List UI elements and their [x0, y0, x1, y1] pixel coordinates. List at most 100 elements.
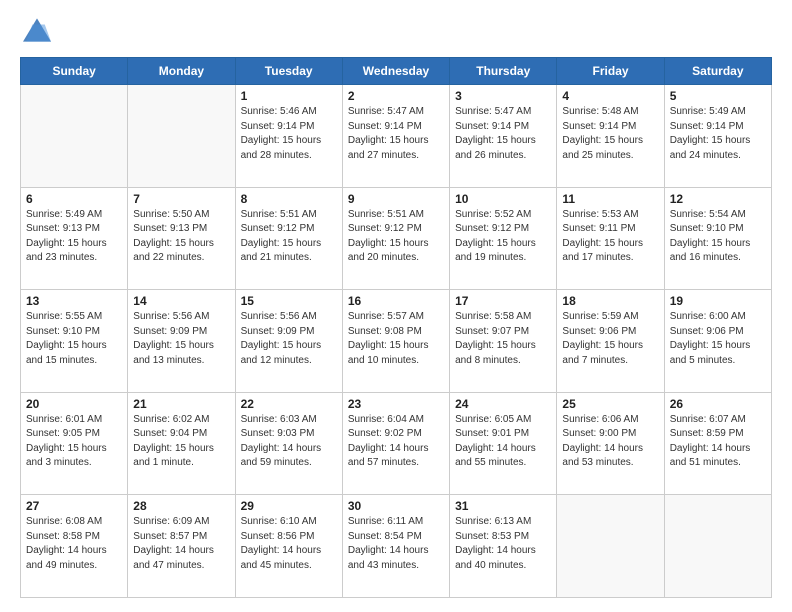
- day-number: 14: [133, 294, 229, 308]
- calendar-cell: 19 Sunrise: 6:00 AM Sunset: 9:06 PM Dayli…: [664, 290, 771, 393]
- day-number: 12: [670, 192, 766, 206]
- day-info: Sunrise: 6:06 AM Sunset: 9:00 PM Dayligh…: [562, 413, 658, 471]
- calendar-cell: 5 Sunrise: 5:49 AM Sunset: 9:14 PM Daylig…: [664, 85, 771, 188]
- day-info: Sunrise: 5:48 AM Sunset: 9:14 PM Dayligh…: [562, 105, 658, 163]
- day-info: Sunrise: 5:54 AM Sunset: 9:10 PM Dayligh…: [670, 208, 766, 266]
- day-number: 21: [133, 397, 229, 411]
- day-number: 29: [241, 499, 337, 513]
- weekday-header: Friday: [557, 58, 664, 85]
- day-info: Sunrise: 6:03 AM Sunset: 9:03 PM Dayligh…: [241, 413, 337, 471]
- day-info: Sunrise: 5:57 AM Sunset: 9:08 PM Dayligh…: [348, 310, 444, 368]
- day-info: Sunrise: 6:09 AM Sunset: 8:57 PM Dayligh…: [133, 515, 229, 573]
- calendar-cell: 26 Sunrise: 6:07 AM Sunset: 8:59 PM Dayli…: [664, 392, 771, 495]
- day-info: Sunrise: 5:47 AM Sunset: 9:14 PM Dayligh…: [348, 105, 444, 163]
- calendar-cell: 16 Sunrise: 5:57 AM Sunset: 9:08 PM Dayli…: [342, 290, 449, 393]
- calendar-table: SundayMondayTuesdayWednesdayThursdayFrid…: [20, 57, 772, 598]
- day-info: Sunrise: 5:56 AM Sunset: 9:09 PM Dayligh…: [133, 310, 229, 368]
- day-number: 24: [455, 397, 551, 411]
- day-info: Sunrise: 5:50 AM Sunset: 9:13 PM Dayligh…: [133, 208, 229, 266]
- day-info: Sunrise: 5:51 AM Sunset: 9:12 PM Dayligh…: [241, 208, 337, 266]
- day-info: Sunrise: 5:58 AM Sunset: 9:07 PM Dayligh…: [455, 310, 551, 368]
- day-info: Sunrise: 5:51 AM Sunset: 9:12 PM Dayligh…: [348, 208, 444, 266]
- day-info: Sunrise: 6:01 AM Sunset: 9:05 PM Dayligh…: [26, 413, 122, 471]
- day-info: Sunrise: 5:49 AM Sunset: 9:13 PM Dayligh…: [26, 208, 122, 266]
- page: SundayMondayTuesdayWednesdayThursdayFrid…: [0, 0, 792, 612]
- calendar-cell: 21 Sunrise: 6:02 AM Sunset: 9:04 PM Dayli…: [128, 392, 235, 495]
- weekday-header: Monday: [128, 58, 235, 85]
- day-number: 5: [670, 89, 766, 103]
- weekday-header: Thursday: [450, 58, 557, 85]
- day-info: Sunrise: 5:59 AM Sunset: 9:06 PM Dayligh…: [562, 310, 658, 368]
- calendar-cell: 24 Sunrise: 6:05 AM Sunset: 9:01 PM Dayli…: [450, 392, 557, 495]
- day-number: 26: [670, 397, 766, 411]
- day-info: Sunrise: 6:05 AM Sunset: 9:01 PM Dayligh…: [455, 413, 551, 471]
- day-info: Sunrise: 5:56 AM Sunset: 9:09 PM Dayligh…: [241, 310, 337, 368]
- calendar-cell: 7 Sunrise: 5:50 AM Sunset: 9:13 PM Daylig…: [128, 187, 235, 290]
- weekday-header: Sunday: [21, 58, 128, 85]
- day-number: 18: [562, 294, 658, 308]
- day-number: 31: [455, 499, 551, 513]
- weekday-header: Wednesday: [342, 58, 449, 85]
- calendar-cell: 13 Sunrise: 5:55 AM Sunset: 9:10 PM Dayli…: [21, 290, 128, 393]
- day-number: 22: [241, 397, 337, 411]
- day-number: 15: [241, 294, 337, 308]
- day-number: 9: [348, 192, 444, 206]
- calendar-cell: 14 Sunrise: 5:56 AM Sunset: 9:09 PM Dayli…: [128, 290, 235, 393]
- day-number: 10: [455, 192, 551, 206]
- day-number: 23: [348, 397, 444, 411]
- day-number: 16: [348, 294, 444, 308]
- calendar-cell: [557, 495, 664, 598]
- day-info: Sunrise: 6:07 AM Sunset: 8:59 PM Dayligh…: [670, 413, 766, 471]
- calendar-cell: 27Sunrise: 6:08 AM Sunset: 8:58 PM Dayli…: [21, 495, 128, 598]
- day-number: 25: [562, 397, 658, 411]
- day-number: 13: [26, 294, 122, 308]
- day-info: Sunrise: 5:47 AM Sunset: 9:14 PM Dayligh…: [455, 105, 551, 163]
- day-info: Sunrise: 6:02 AM Sunset: 9:04 PM Dayligh…: [133, 413, 229, 471]
- calendar-cell: 8 Sunrise: 5:51 AM Sunset: 9:12 PM Daylig…: [235, 187, 342, 290]
- calendar-cell: 18 Sunrise: 5:59 AM Sunset: 9:06 PM Dayli…: [557, 290, 664, 393]
- calendar-cell: 1 Sunrise: 5:46 AM Sunset: 9:14 PM Daylig…: [235, 85, 342, 188]
- calendar-cell: 4Sunrise: 5:48 AM Sunset: 9:14 PM Daylig…: [557, 85, 664, 188]
- day-info: Sunrise: 5:53 AM Sunset: 9:11 PM Dayligh…: [562, 208, 658, 266]
- calendar-cell: 6 Sunrise: 5:49 AM Sunset: 9:13 PM Daylig…: [21, 187, 128, 290]
- day-info: Sunrise: 6:00 AM Sunset: 9:06 PM Dayligh…: [670, 310, 766, 368]
- day-info: Sunrise: 6:04 AM Sunset: 9:02 PM Dayligh…: [348, 413, 444, 471]
- day-info: Sunrise: 5:49 AM Sunset: 9:14 PM Dayligh…: [670, 105, 766, 163]
- day-number: 30: [348, 499, 444, 513]
- day-number: 19: [670, 294, 766, 308]
- calendar-cell: 12 Sunrise: 5:54 AM Sunset: 9:10 PM Dayli…: [664, 187, 771, 290]
- day-number: 8: [241, 192, 337, 206]
- calendar-cell: 15 Sunrise: 5:56 AM Sunset: 9:09 PM Dayli…: [235, 290, 342, 393]
- weekday-header: Saturday: [664, 58, 771, 85]
- day-number: 20: [26, 397, 122, 411]
- day-info: Sunrise: 6:10 AM Sunset: 8:56 PM Dayligh…: [241, 515, 337, 573]
- header: [20, 18, 772, 47]
- calendar-cell: 29 Sunrise: 6:10 AM Sunset: 8:56 PM Dayli…: [235, 495, 342, 598]
- calendar-cell: 9 Sunrise: 5:51 AM Sunset: 9:12 PM Daylig…: [342, 187, 449, 290]
- logo-icon: [23, 18, 51, 42]
- calendar-cell: [664, 495, 771, 598]
- day-number: 27: [26, 499, 122, 513]
- calendar-cell: 28 Sunrise: 6:09 AM Sunset: 8:57 PM Dayli…: [128, 495, 235, 598]
- weekday-header: Tuesday: [235, 58, 342, 85]
- day-info: Sunrise: 6:11 AM Sunset: 8:54 PM Dayligh…: [348, 515, 444, 573]
- day-info: Sunrise: 6:13 AM Sunset: 8:53 PM Dayligh…: [455, 515, 551, 573]
- calendar-cell: 10 Sunrise: 5:52 AM Sunset: 9:12 PM Dayli…: [450, 187, 557, 290]
- calendar-cell: [21, 85, 128, 188]
- day-number: 1: [241, 89, 337, 103]
- day-number: 11: [562, 192, 658, 206]
- calendar-cell: 17 Sunrise: 5:58 AM Sunset: 9:07 PM Dayli…: [450, 290, 557, 393]
- day-info: Sunrise: 5:46 AM Sunset: 9:14 PM Dayligh…: [241, 105, 337, 163]
- logo: [20, 18, 55, 47]
- day-number: 28: [133, 499, 229, 513]
- day-info: Sunrise: 5:55 AM Sunset: 9:10 PM Dayligh…: [26, 310, 122, 368]
- calendar-cell: 25 Sunrise: 6:06 AM Sunset: 9:00 PM Dayli…: [557, 392, 664, 495]
- day-number: 17: [455, 294, 551, 308]
- day-number: 7: [133, 192, 229, 206]
- day-number: 6: [26, 192, 122, 206]
- day-info: Sunrise: 5:52 AM Sunset: 9:12 PM Dayligh…: [455, 208, 551, 266]
- calendar-cell: 3Sunrise: 5:47 AM Sunset: 9:14 PM Daylig…: [450, 85, 557, 188]
- calendar-cell: 11 Sunrise: 5:53 AM Sunset: 9:11 PM Dayli…: [557, 187, 664, 290]
- calendar-cell: 31 Sunrise: 6:13 AM Sunset: 8:53 PM Dayli…: [450, 495, 557, 598]
- calendar-cell: 22 Sunrise: 6:03 AM Sunset: 9:03 PM Dayli…: [235, 392, 342, 495]
